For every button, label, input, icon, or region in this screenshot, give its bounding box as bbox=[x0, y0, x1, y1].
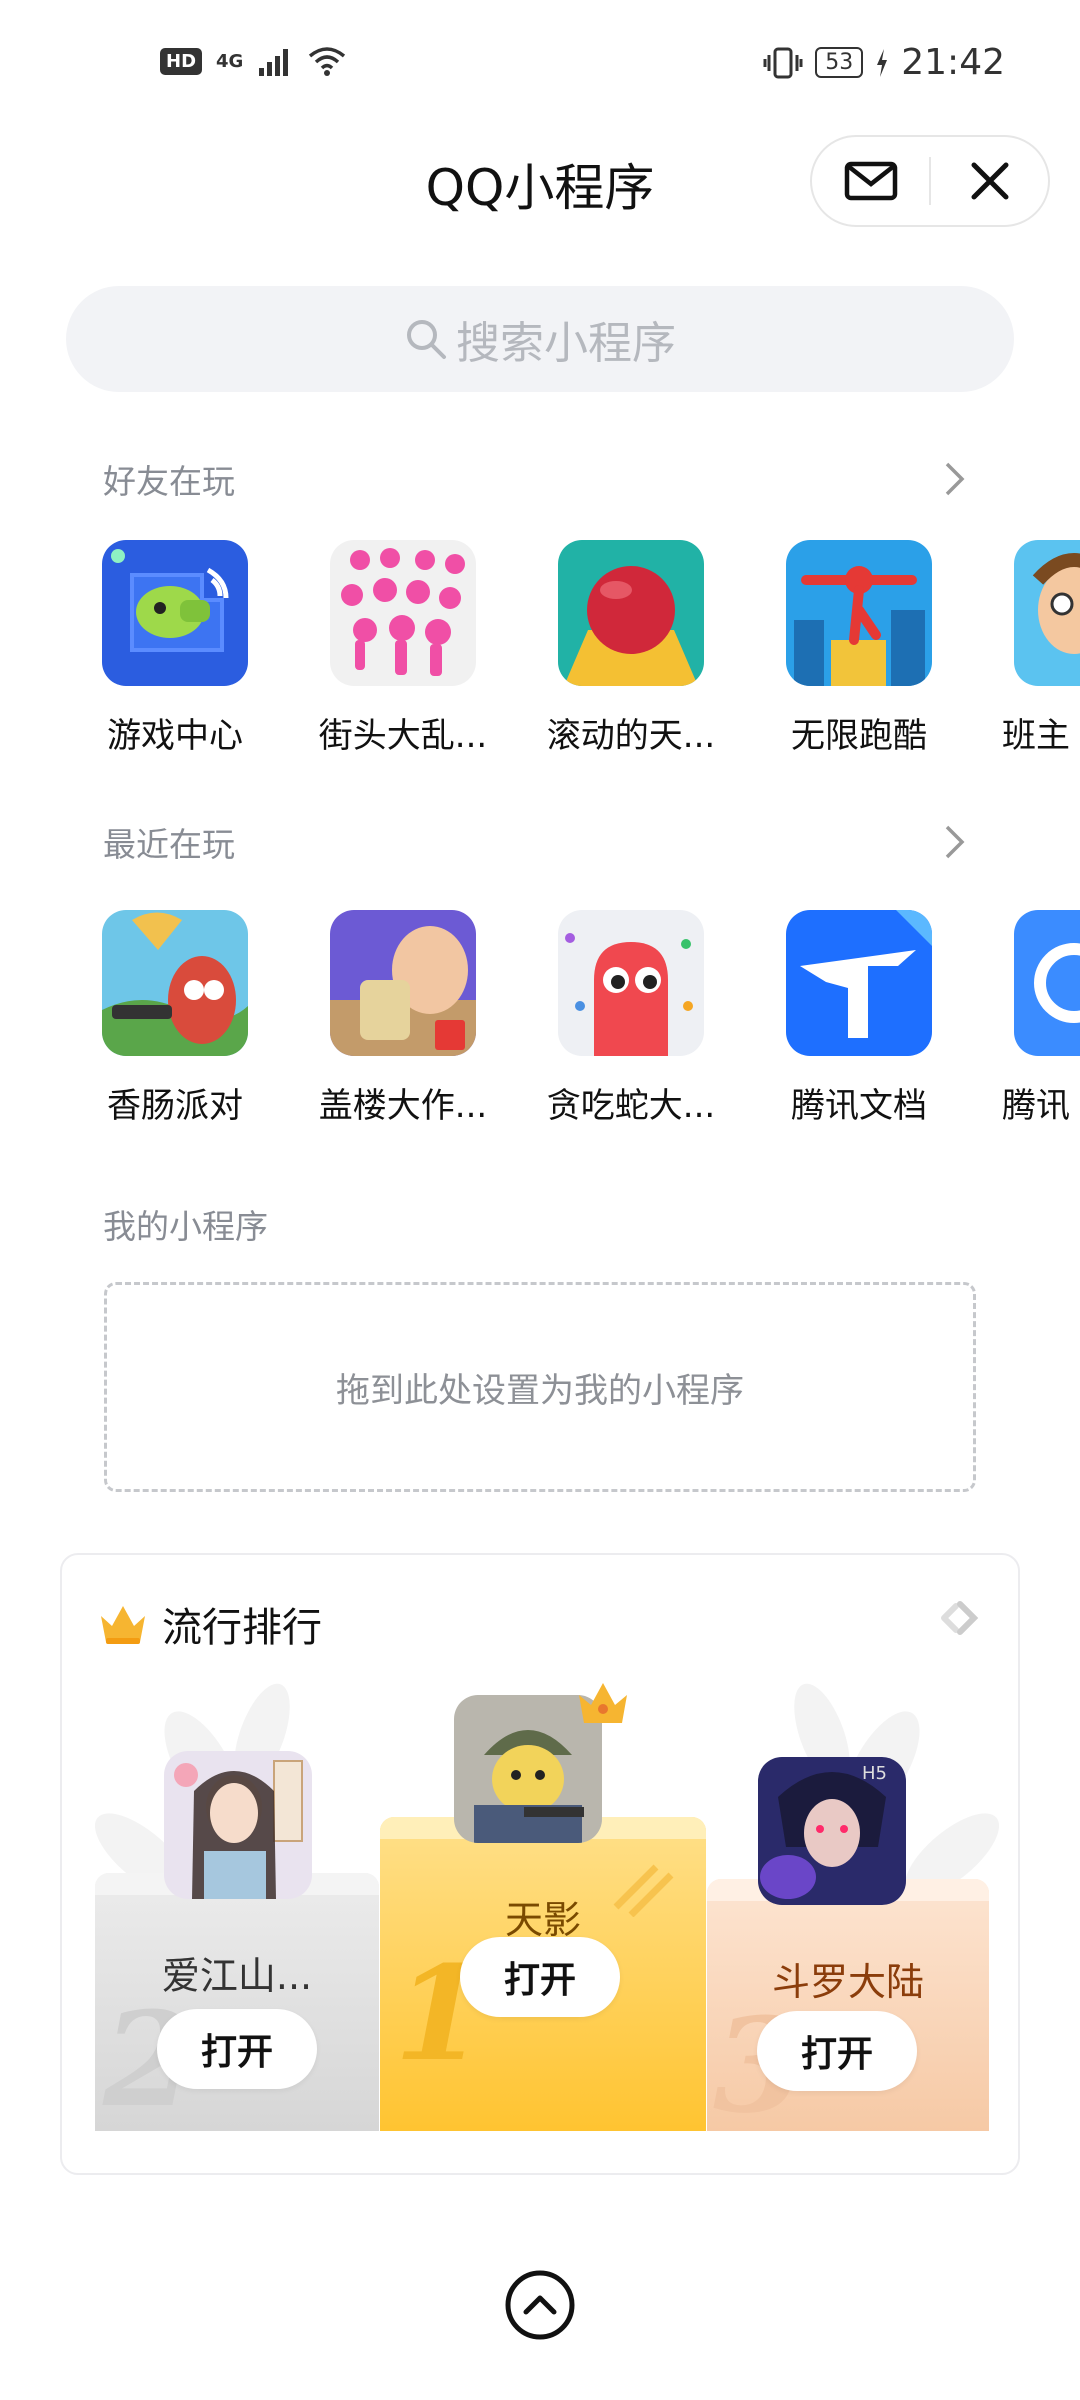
building-icon bbox=[330, 910, 476, 1056]
mail-icon bbox=[844, 161, 897, 201]
arrow-right-icon bbox=[941, 1601, 979, 1635]
rank-name: 天影 bbox=[504, 1898, 581, 1942]
app-label: 游戏中心 bbox=[107, 716, 243, 756]
my-programs-header: 我的小程序 bbox=[103, 1200, 973, 1248]
recent-playing-list: 香肠派对 盖楼大作... 贪吃蛇大... 腾讯文档 腾讯 bbox=[0, 910, 1080, 1150]
close-button[interactable] bbox=[931, 137, 1048, 225]
network-label: 4G bbox=[216, 50, 244, 72]
friends-playing-title: 好友在玩 bbox=[103, 462, 235, 501]
my-programs-title: 我的小程序 bbox=[103, 1207, 268, 1246]
ranking-card: 流行排行 2 爱江山... 打开 1 天影 打开 3 斗罗大陆 打开 H5 bbox=[60, 1553, 1020, 2175]
crown-icon bbox=[101, 1606, 145, 1644]
recent-playing-header[interactable]: 最近在玩 bbox=[103, 818, 973, 866]
app-label: 贪吃蛇大... bbox=[546, 1086, 716, 1126]
teacher-icon bbox=[1014, 540, 1080, 686]
app-item[interactable]: 班主 bbox=[992, 540, 1080, 757]
snake-icon bbox=[558, 910, 704, 1056]
mail-button[interactable] bbox=[812, 137, 929, 225]
app-label: 无限跑酷 bbox=[791, 716, 927, 756]
app-label: 腾讯文档 bbox=[791, 1086, 927, 1126]
rank-2-podium: 2 爱江山... 打开 bbox=[95, 1873, 379, 2136]
collapse-button[interactable] bbox=[503, 2268, 577, 2346]
app-label: 香肠派对 bbox=[107, 1086, 243, 1126]
status-bar: HD 4G 53 21:42 bbox=[0, 0, 1080, 135]
app-item[interactable]: 腾讯文档 bbox=[764, 910, 954, 1127]
app-label: 盖楼大作... bbox=[318, 1086, 488, 1126]
svg-text:H5: H5 bbox=[862, 1763, 887, 1784]
app-label: 班主 bbox=[1002, 716, 1070, 756]
friends-playing-list: 游戏中心 街头大乱... 滚动的天... 无限跑酷 班主 bbox=[0, 540, 1080, 780]
search-input[interactable]: 搜索小程序 bbox=[66, 286, 1014, 392]
chevron-up-icon bbox=[505, 2270, 575, 2340]
battery-indicator: 53 bbox=[815, 47, 864, 78]
wifi-icon bbox=[309, 47, 346, 76]
parkour-icon bbox=[786, 540, 932, 686]
capsule-menu bbox=[810, 135, 1050, 227]
my-programs-drop-zone[interactable]: 拖到此处设置为我的小程序 bbox=[104, 1282, 976, 1492]
search-placeholder: 搜索小程序 bbox=[456, 318, 676, 369]
app-item[interactable]: 盖楼大作... bbox=[308, 910, 498, 1127]
charging-icon bbox=[877, 48, 888, 77]
friends-playing-header[interactable]: 好友在玩 bbox=[103, 455, 973, 503]
ranking-title: 流行排行 bbox=[162, 1605, 322, 1651]
app-label: 腾讯 bbox=[1002, 1086, 1070, 1126]
app-item[interactable]: 街头大乱... bbox=[308, 540, 498, 757]
signal-icon bbox=[259, 49, 289, 76]
sausage-party-icon bbox=[102, 910, 248, 1056]
rank-name: 爱江山... bbox=[161, 1954, 313, 1998]
hd-badge: HD bbox=[160, 47, 203, 75]
vibrate-icon bbox=[763, 47, 803, 78]
game-center-icon bbox=[102, 540, 248, 686]
close-icon bbox=[971, 162, 1008, 200]
app-item[interactable]: 游戏中心 bbox=[80, 540, 270, 757]
open-button[interactable]: 打开 bbox=[460, 1937, 620, 2017]
tencent-icon bbox=[1014, 910, 1080, 1056]
tencent-docs-icon bbox=[786, 910, 932, 1056]
rank-3-podium: 3 斗罗大陆 打开 bbox=[707, 1879, 989, 2142]
search-icon bbox=[407, 320, 446, 359]
app-item[interactable]: 香肠派对 bbox=[80, 910, 270, 1127]
crowd-icon bbox=[330, 540, 476, 686]
chevron-right-icon[interactable] bbox=[937, 824, 973, 860]
crown-icon bbox=[579, 1683, 627, 1723]
ai-jiangshan-icon[interactable] bbox=[164, 1751, 312, 1899]
chevron-right-icon[interactable] bbox=[937, 461, 973, 497]
rank-name: 斗罗大陆 bbox=[771, 1960, 924, 2004]
app-label: 街头大乱... bbox=[318, 716, 488, 756]
app-item[interactable]: 贪吃蛇大... bbox=[536, 910, 726, 1127]
open-button[interactable]: 打开 bbox=[157, 2009, 317, 2089]
open-button[interactable]: 打开 bbox=[757, 2011, 917, 2091]
clock: 21:42 bbox=[901, 42, 1005, 83]
app-item[interactable]: 腾讯 bbox=[992, 910, 1080, 1127]
ranking-more-button[interactable] bbox=[938, 1595, 984, 1645]
ranking-header: 流行排行 bbox=[98, 1595, 322, 1653]
rolling-ball-icon bbox=[558, 540, 704, 686]
app-item[interactable]: 滚动的天... bbox=[536, 540, 726, 757]
drop-hint: 拖到此处设置为我的小程序 bbox=[336, 1370, 744, 1411]
app-label: 滚动的天... bbox=[546, 716, 716, 756]
app-item[interactable]: 无限跑酷 bbox=[764, 540, 954, 757]
status-left: HD 4G bbox=[160, 46, 347, 76]
rank-1-podium: 1 天影 打开 bbox=[380, 1817, 706, 2131]
douluo-icon[interactable]: H5 bbox=[758, 1757, 906, 1905]
status-right: 53 21:42 bbox=[763, 42, 1005, 83]
recent-playing-title: 最近在玩 bbox=[103, 825, 235, 864]
